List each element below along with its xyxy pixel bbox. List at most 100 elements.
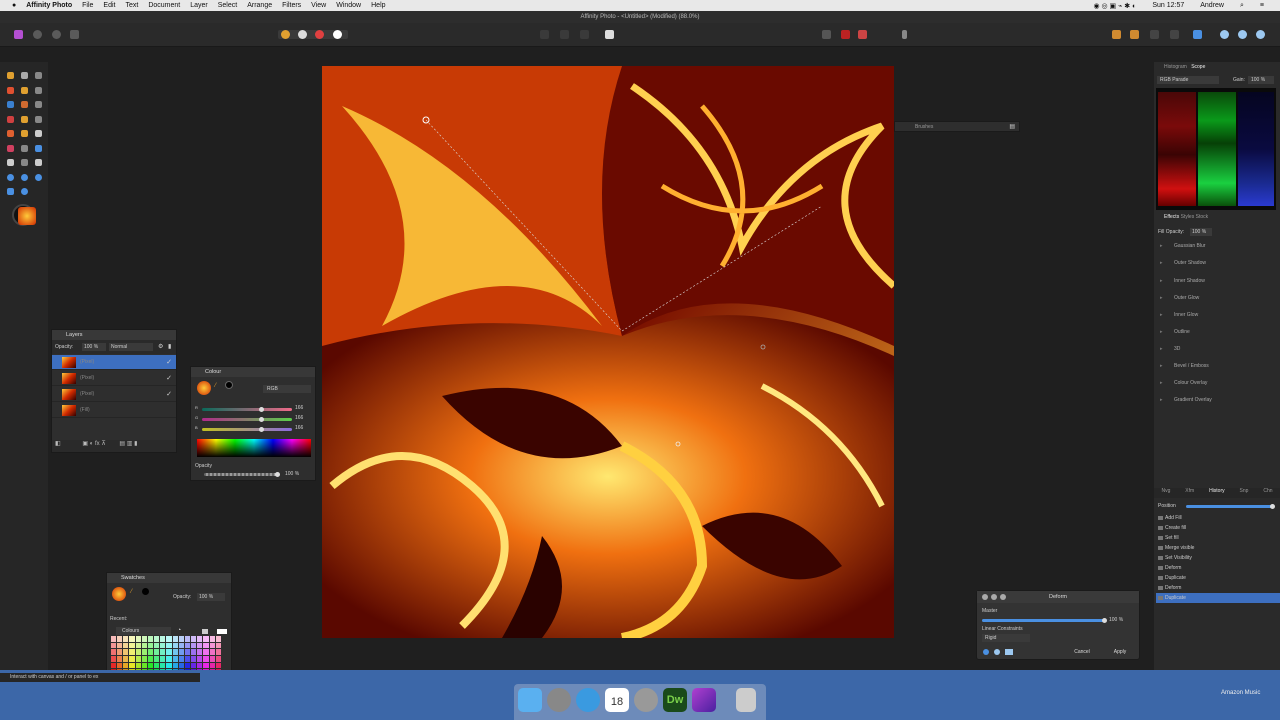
mask-icon[interactable]: ▣ (82, 441, 88, 447)
snap-red-icon[interactable] (841, 30, 850, 39)
swatch[interactable] (215, 655, 221, 662)
swatch[interactable] (123, 649, 129, 655)
export-persona-icon[interactable] (70, 30, 79, 39)
menu-document[interactable]: Document (148, 2, 180, 9)
opacity-value[interactable]: 100 % (285, 471, 299, 477)
swatch[interactable] (178, 642, 184, 649)
swatch[interactable] (166, 642, 172, 649)
patch-tool-icon[interactable] (21, 188, 28, 195)
swatch[interactable] (160, 642, 166, 649)
scope-mode-select[interactable]: RGB Parade (1157, 76, 1219, 84)
history-item[interactable]: Add Fill (1156, 513, 1280, 523)
swatch[interactable] (141, 642, 147, 649)
freehand-select-icon[interactable] (35, 101, 42, 108)
gear-icon[interactable]: ⚙ (158, 343, 163, 350)
affinity-photo-icon[interactable] (692, 688, 716, 712)
swatch[interactable] (184, 662, 191, 669)
visibility-check-icon[interactable]: ✓ (166, 358, 172, 366)
fill-opacity-field[interactable]: 100 % (1190, 228, 1212, 236)
swatch[interactable] (135, 649, 141, 655)
history-item-selected[interactable]: Duplicate (1156, 593, 1280, 603)
g-value[interactable]: 166 (295, 415, 303, 421)
fill-swatch-icon[interactable] (18, 207, 36, 225)
search-icon[interactable]: ⌕ (1240, 2, 1244, 10)
swatch[interactable] (117, 655, 123, 662)
fx-icon[interactable]: fx (95, 441, 100, 447)
b-slider[interactable] (202, 427, 292, 432)
swatch[interactable] (154, 642, 160, 649)
swatch[interactable] (123, 642, 129, 649)
swatch[interactable] (135, 662, 141, 669)
color-picker-icon[interactable] (21, 159, 28, 166)
swatch[interactable] (215, 649, 221, 655)
swatch[interactable] (135, 636, 141, 642)
swatch[interactable] (111, 649, 117, 655)
menu-text[interactable]: Text (125, 2, 138, 9)
history-item[interactable]: Deform (1156, 583, 1280, 593)
swatch[interactable] (117, 662, 123, 669)
swatch[interactable] (166, 662, 172, 669)
swatch[interactable] (123, 636, 129, 642)
tab-scope[interactable]: Scope (1191, 64, 1205, 70)
finder-icon[interactable] (518, 688, 542, 712)
contrast-icon[interactable] (298, 30, 307, 39)
add-point-icon[interactable] (983, 649, 989, 655)
minimize-icon[interactable] (991, 594, 997, 600)
brush-layer-icon[interactable]: ⊼ (101, 441, 105, 447)
swatch[interactable] (160, 662, 166, 669)
menu-filters[interactable]: Filters (282, 2, 301, 9)
photo-persona-icon[interactable] (14, 30, 23, 39)
menu-layer[interactable]: Layer (190, 2, 208, 9)
swatch[interactable] (209, 642, 215, 649)
white-swatch-icon[interactable] (217, 629, 227, 634)
swatch[interactable] (117, 649, 123, 655)
swatches-tab[interactable]: Swatches (107, 573, 231, 583)
swatch[interactable] (172, 655, 178, 662)
swatch[interactable] (203, 649, 209, 655)
effect-gaussian-blur[interactable]: ▸ Gaussian Blur (1160, 243, 1270, 249)
swatch[interactable] (141, 662, 147, 669)
history-item[interactable]: Deform (1156, 563, 1280, 573)
swatch[interactable] (209, 655, 215, 662)
swatch[interactable] (215, 642, 221, 649)
swatch[interactable] (197, 662, 203, 669)
swatch[interactable] (129, 636, 135, 642)
swatch[interactable] (197, 636, 203, 642)
pen-tool-icon[interactable] (7, 145, 14, 152)
dreamweaver-icon[interactable]: Dw (663, 688, 687, 712)
swatch[interactable] (154, 655, 160, 662)
layer-row[interactable]: (Fill) (52, 403, 176, 418)
swatch[interactable] (184, 655, 191, 662)
swatch[interactable] (154, 636, 160, 642)
group-icon[interactable]: ▤ (119, 441, 125, 447)
colour-wheel-icon[interactable] (281, 30, 290, 39)
align-icon[interactable] (1193, 30, 1202, 39)
swatch[interactable] (135, 655, 141, 662)
menu-file[interactable]: File (82, 2, 93, 9)
effect-outer-shadow[interactable]: ▸ Outer Shadow (1160, 260, 1270, 266)
colour-spectrum[interactable] (197, 439, 311, 457)
erase-brush-icon[interactable] (7, 116, 14, 123)
swatch[interactable] (129, 655, 135, 662)
brushes-tab[interactable]: Brushes (915, 124, 933, 130)
master-slider[interactable] (982, 618, 1107, 623)
history-position-slider[interactable] (1186, 504, 1275, 509)
lock-icon[interactable]: ▮ (168, 343, 171, 350)
swatch[interactable] (111, 642, 117, 649)
tab-snapshots[interactable]: Snp (1240, 488, 1249, 498)
text-tool-icon[interactable] (7, 159, 14, 166)
swatch[interactable] (191, 642, 197, 649)
swatch[interactable] (117, 642, 123, 649)
visibility-check-icon[interactable]: ✓ (166, 374, 172, 382)
blur-brush-icon[interactable] (35, 116, 42, 123)
swatch[interactable] (209, 662, 215, 669)
white-balance-icon[interactable] (333, 30, 342, 39)
swatch[interactable] (172, 636, 178, 642)
swatch[interactable] (111, 636, 117, 642)
add-layer-icon[interactable]: ▥ (127, 441, 133, 447)
opacity-field[interactable]: 100 % (197, 593, 225, 601)
fill-colour-well[interactable] (197, 381, 211, 395)
history-item[interactable]: Create fill (1156, 523, 1280, 533)
swatch[interactable] (117, 636, 123, 642)
boolean-subtract-icon[interactable] (1238, 30, 1247, 39)
